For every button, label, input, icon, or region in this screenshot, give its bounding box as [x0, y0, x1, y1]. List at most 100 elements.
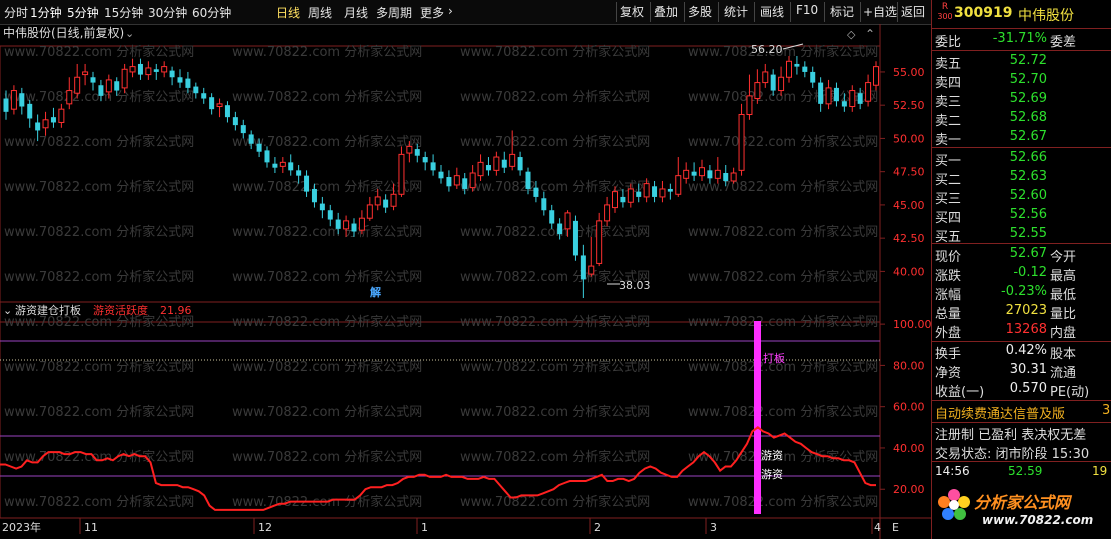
- stat-2-label: 涨幅: [935, 288, 962, 303]
- watermark-text: www.70822.com 分析家公式网: [4, 179, 194, 195]
- candle-body: [114, 81, 120, 91]
- candle-body: [209, 97, 215, 110]
- chart-title: 中伟股份(日线,前复权): [3, 25, 124, 40]
- trade-status: 交易状态: 闭市阶段 15:30: [935, 447, 1090, 462]
- x-label-3: 3: [710, 521, 717, 534]
- period-tab-5min[interactable]: 5分钟: [67, 4, 99, 21]
- watermark-text: www.70822.com 分析家公式网: [4, 44, 194, 60]
- candle-body: [549, 210, 555, 224]
- candle-body: [802, 66, 808, 72]
- notice-text[interactable]: 自动续费通达信普及版: [935, 403, 1065, 422]
- candle-body: [50, 117, 56, 123]
- add-watchlist-button[interactable]: +自选: [863, 3, 897, 20]
- indicator-collapse-icon[interactable]: ⌄: [3, 304, 12, 317]
- period-tab-15min[interactable]: 15分钟: [104, 4, 143, 21]
- period-tab-daily[interactable]: 日线: [276, 4, 300, 21]
- price-tick-label: 55.00: [893, 66, 925, 79]
- logo-text: 分析家公式网: [974, 493, 1071, 512]
- indicator-y-axis: 100.00 80.00 60.00 40.00 20.00: [880, 318, 931, 496]
- candle-body: [707, 170, 713, 179]
- x-label-2023: 2023年: [2, 520, 41, 534]
- title-dropdown-icon[interactable]: ⌄: [125, 27, 134, 40]
- buy-level-4-value: 52.56: [1009, 207, 1047, 222]
- watermark-text: www.70822.com 分析家公式网: [232, 89, 422, 105]
- candle-body: [462, 178, 468, 189]
- tick-row: 14:56 52.59 19: [932, 463, 1111, 482]
- candle-body: [288, 162, 294, 171]
- stat-3-label: 总量: [935, 307, 962, 322]
- period-tab-60min[interactable]: 60分钟: [192, 4, 231, 21]
- candle-body: [42, 119, 49, 129]
- indicator-metric-label: 游资活跃度: [93, 303, 148, 317]
- back-button[interactable]: 返回: [901, 3, 925, 20]
- mark-button[interactable]: 标记: [830, 3, 854, 20]
- candle-body: [74, 76, 81, 94]
- notice-row[interactable]: 自动续费通达信普及版 3: [932, 402, 1111, 422]
- candle-body: [279, 161, 286, 167]
- watermark-text: www.70822.com 分析家公式网: [460, 494, 650, 510]
- stat-4-label: 外盘: [935, 326, 962, 341]
- candle-body: [19, 93, 25, 107]
- stat2-1-right-label: 流通: [1050, 366, 1077, 381]
- period-tab-monthly[interactable]: 月线: [344, 4, 368, 21]
- buy-level-5-value: 52.55: [1009, 226, 1047, 241]
- period-tab-multi[interactable]: 多周期: [376, 4, 412, 21]
- buy-level-3-row: 买三 52.60: [932, 187, 1111, 207]
- candle-body: [58, 108, 65, 123]
- x-label-11: 11: [84, 521, 98, 534]
- candle-body: [873, 66, 879, 86]
- stat-4-right-label: 内盘: [1050, 326, 1077, 341]
- watermark-text: www.70822.com 分析家公式网: [688, 179, 878, 195]
- stats-button[interactable]: 统计: [724, 3, 748, 20]
- stat-0-value: 52.67: [1009, 246, 1047, 261]
- sell-level-3-value: 52.69: [1009, 91, 1047, 106]
- buy-level-3-label: 买三: [935, 192, 962, 207]
- period-tab-weekly[interactable]: 周线: [308, 4, 332, 21]
- watermark-text: www.70822.com 分析家公式网: [460, 224, 650, 240]
- diamond-icon[interactable]: ◇: [847, 28, 856, 41]
- kline-chart[interactable]: www.70822.com 分析家公式网 www.70822.com 分析家公式网…: [0, 24, 931, 539]
- watermark-text: www.70822.com 分析家公式网: [232, 269, 422, 285]
- expand-icon[interactable]: ⌃: [865, 27, 875, 41]
- candle-body: [193, 86, 199, 94]
- period-tab-more[interactable]: 更多: [420, 4, 444, 21]
- sell-level-1-label: 卖一: [935, 133, 962, 148]
- candle-body: [161, 66, 168, 73]
- candle-body: [216, 103, 223, 108]
- stat2-2-row: 收益(一) 0.570 PE(动): [932, 380, 1111, 400]
- candle-body: [248, 134, 254, 144]
- candle-body: [723, 173, 729, 181]
- stat-1-row: 涨跌 -0.12 最高: [932, 264, 1111, 284]
- tick-time: 14:56: [935, 464, 970, 478]
- watermark-text: www.70822.com 分析家公式网: [688, 449, 878, 465]
- candle-body: [390, 193, 397, 207]
- candle-body: [422, 157, 428, 163]
- period-tab-fenshi[interactable]: 分时: [4, 4, 28, 21]
- candle-body: [430, 162, 436, 171]
- candle-body: [82, 71, 89, 76]
- candle-body: [825, 87, 832, 105]
- multi-stock-button[interactable]: 多股: [688, 3, 712, 20]
- weicha-label: 委差: [1050, 35, 1077, 50]
- high-price-label: 56.20: [751, 43, 783, 56]
- watermark-text: www.70822.com 分析家公式网: [4, 404, 194, 420]
- f10-button[interactable]: F10: [796, 3, 818, 17]
- draw-line-button[interactable]: 画线: [760, 3, 784, 20]
- stat2-0-label: 换手: [935, 347, 962, 362]
- candle-body: [477, 161, 484, 177]
- trade-status-row: 交易状态: 闭市阶段 15:30: [932, 442, 1111, 462]
- tick-qty: 19: [1092, 464, 1108, 478]
- fuquan-button[interactable]: 复权: [620, 3, 644, 20]
- period-tab-30min[interactable]: 30分钟: [148, 4, 187, 21]
- overlay-button[interactable]: 叠加: [654, 3, 678, 20]
- chevron-right-icon[interactable]: ›: [448, 4, 453, 18]
- period-tab-1min[interactable]: 1分钟: [30, 4, 62, 21]
- x-label-2: 2: [594, 521, 601, 534]
- sell-level-4-value: 52.70: [1009, 72, 1047, 87]
- watermark-text: www.70822.com 分析家公式网: [232, 404, 422, 420]
- candle-body: [406, 145, 413, 154]
- candle-body: [564, 212, 571, 230]
- low-price-label: 38.03: [619, 279, 651, 292]
- indicator-metric-value: 21.96: [160, 304, 192, 317]
- buy-level-2-label: 买二: [935, 173, 962, 188]
